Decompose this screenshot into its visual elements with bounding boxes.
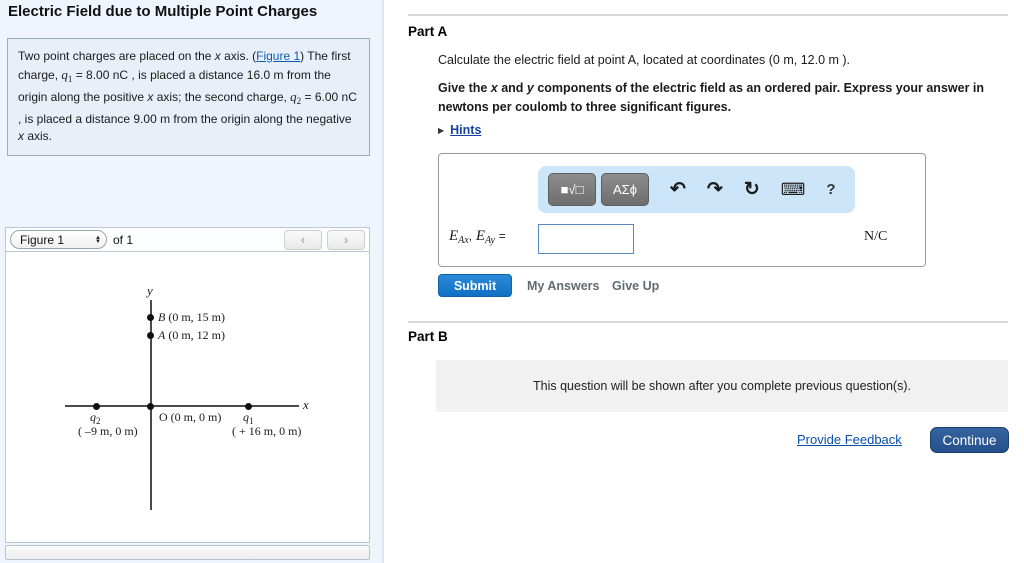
charge-q1-dot [245, 403, 252, 410]
part-b-heading: Part B [408, 329, 448, 344]
problem-statement: Two point charges are placed on the x ax… [7, 38, 370, 156]
reset-icon[interactable]: ↻ [744, 178, 760, 201]
charge-q1-coords: ( + 16 m, 0 m) [232, 424, 302, 438]
part-b-locked-message: This question will be shown after you co… [533, 379, 911, 393]
undo-icon[interactable]: ↶ [670, 178, 686, 201]
my-answers-link[interactable]: My Answers [527, 279, 599, 293]
x-axis-label: x [303, 397, 309, 412]
select-spinner-icon: ▲ ▼ [95, 234, 101, 245]
hints-row: ▶ Hints [438, 123, 481, 137]
give-up-link[interactable]: Give Up [612, 279, 659, 293]
figure-select-value: Figure 1 [20, 232, 65, 247]
greek-symbols-button[interactable]: ΑΣϕ [601, 173, 649, 206]
figure-nav: ‹ › [284, 229, 365, 250]
figure-diagram: y x B (0 m, 15 m) A (0 m, 12 m) O (0 m, … [5, 252, 370, 543]
redo-icon[interactable]: ↷ [707, 178, 723, 201]
charge-q2-dot [93, 403, 100, 410]
y-axis-label: y [147, 283, 153, 298]
help-icon[interactable]: ? [826, 181, 835, 198]
greek-symbols-icon: ΑΣϕ [613, 182, 637, 197]
equation-toolbar: ■√□ ΑΣϕ ↶ ↷ ↻ ⌨ ? [538, 166, 855, 213]
point-B-label: B (0 m, 15 m) [158, 310, 226, 324]
part-b-locked-message-box: This question will be shown after you co… [436, 360, 1008, 412]
prev-figure-button[interactable]: ‹ [284, 229, 322, 250]
provide-feedback-link[interactable]: Provide Feedback [797, 432, 902, 447]
hints-disclosure-icon[interactable]: ▶ [438, 126, 444, 135]
keyboard-icon[interactable]: ⌨ [781, 180, 806, 200]
math-templates-icon: ■√□ [560, 182, 584, 197]
math-templates-button[interactable]: ■√□ [548, 173, 596, 206]
figure-select[interactable]: Figure 1 ▲ ▼ [10, 230, 107, 249]
part-a-prompt: Calculate the electric field at point A,… [438, 53, 851, 67]
hints-link[interactable]: Hints [450, 123, 481, 137]
part-a-divider [408, 14, 1008, 16]
charge-q2-coords: ( –9 m, 0 m) [78, 424, 138, 438]
problem-panel: Electric Field due to Multiple Point Cha… [0, 0, 384, 563]
part-a-heading: Part A [408, 24, 448, 39]
figure-selector-bar: Figure 1 ▲ ▼ of 1 ‹ › [5, 227, 370, 252]
origin-dot [147, 403, 154, 410]
origin-label: O (0 m, 0 m) [159, 410, 222, 424]
answer-input[interactable] [538, 224, 634, 254]
part-b-divider [408, 321, 1008, 323]
figure-count-label: of 1 [113, 232, 134, 247]
chevron-left-icon: ‹ [300, 232, 306, 247]
answer-label: EAx, EAy = [449, 228, 506, 246]
next-figure-button[interactable]: › [327, 229, 365, 250]
point-A-label: A (0 m, 12 m) [158, 328, 226, 342]
problem-text: Two point charges are placed on the [18, 49, 215, 63]
figure-footer-bar [5, 545, 370, 560]
submit-button-label: Submit [453, 278, 497, 293]
chevron-right-icon: › [343, 232, 349, 247]
figure-1-link[interactable]: Figure 1 [256, 49, 300, 63]
answer-box: ■√□ ΑΣϕ ↶ ↷ ↻ ⌨ ? EAx, EAy = N/C [438, 153, 926, 267]
continue-button[interactable]: Continue [930, 427, 1009, 453]
unit-label: N/C [864, 229, 888, 244]
point-A-dot [147, 332, 154, 339]
submit-button[interactable]: Submit [438, 274, 512, 297]
part-a-instruction: Give the x and y components of the elect… [438, 81, 985, 114]
x-axis-line [65, 405, 299, 407]
page: Electric Field due to Multiple Point Cha… [0, 0, 1024, 563]
page-title: Electric Field due to Multiple Point Cha… [8, 3, 318, 20]
continue-button-label: Continue [942, 432, 997, 448]
point-B-dot [147, 314, 154, 321]
